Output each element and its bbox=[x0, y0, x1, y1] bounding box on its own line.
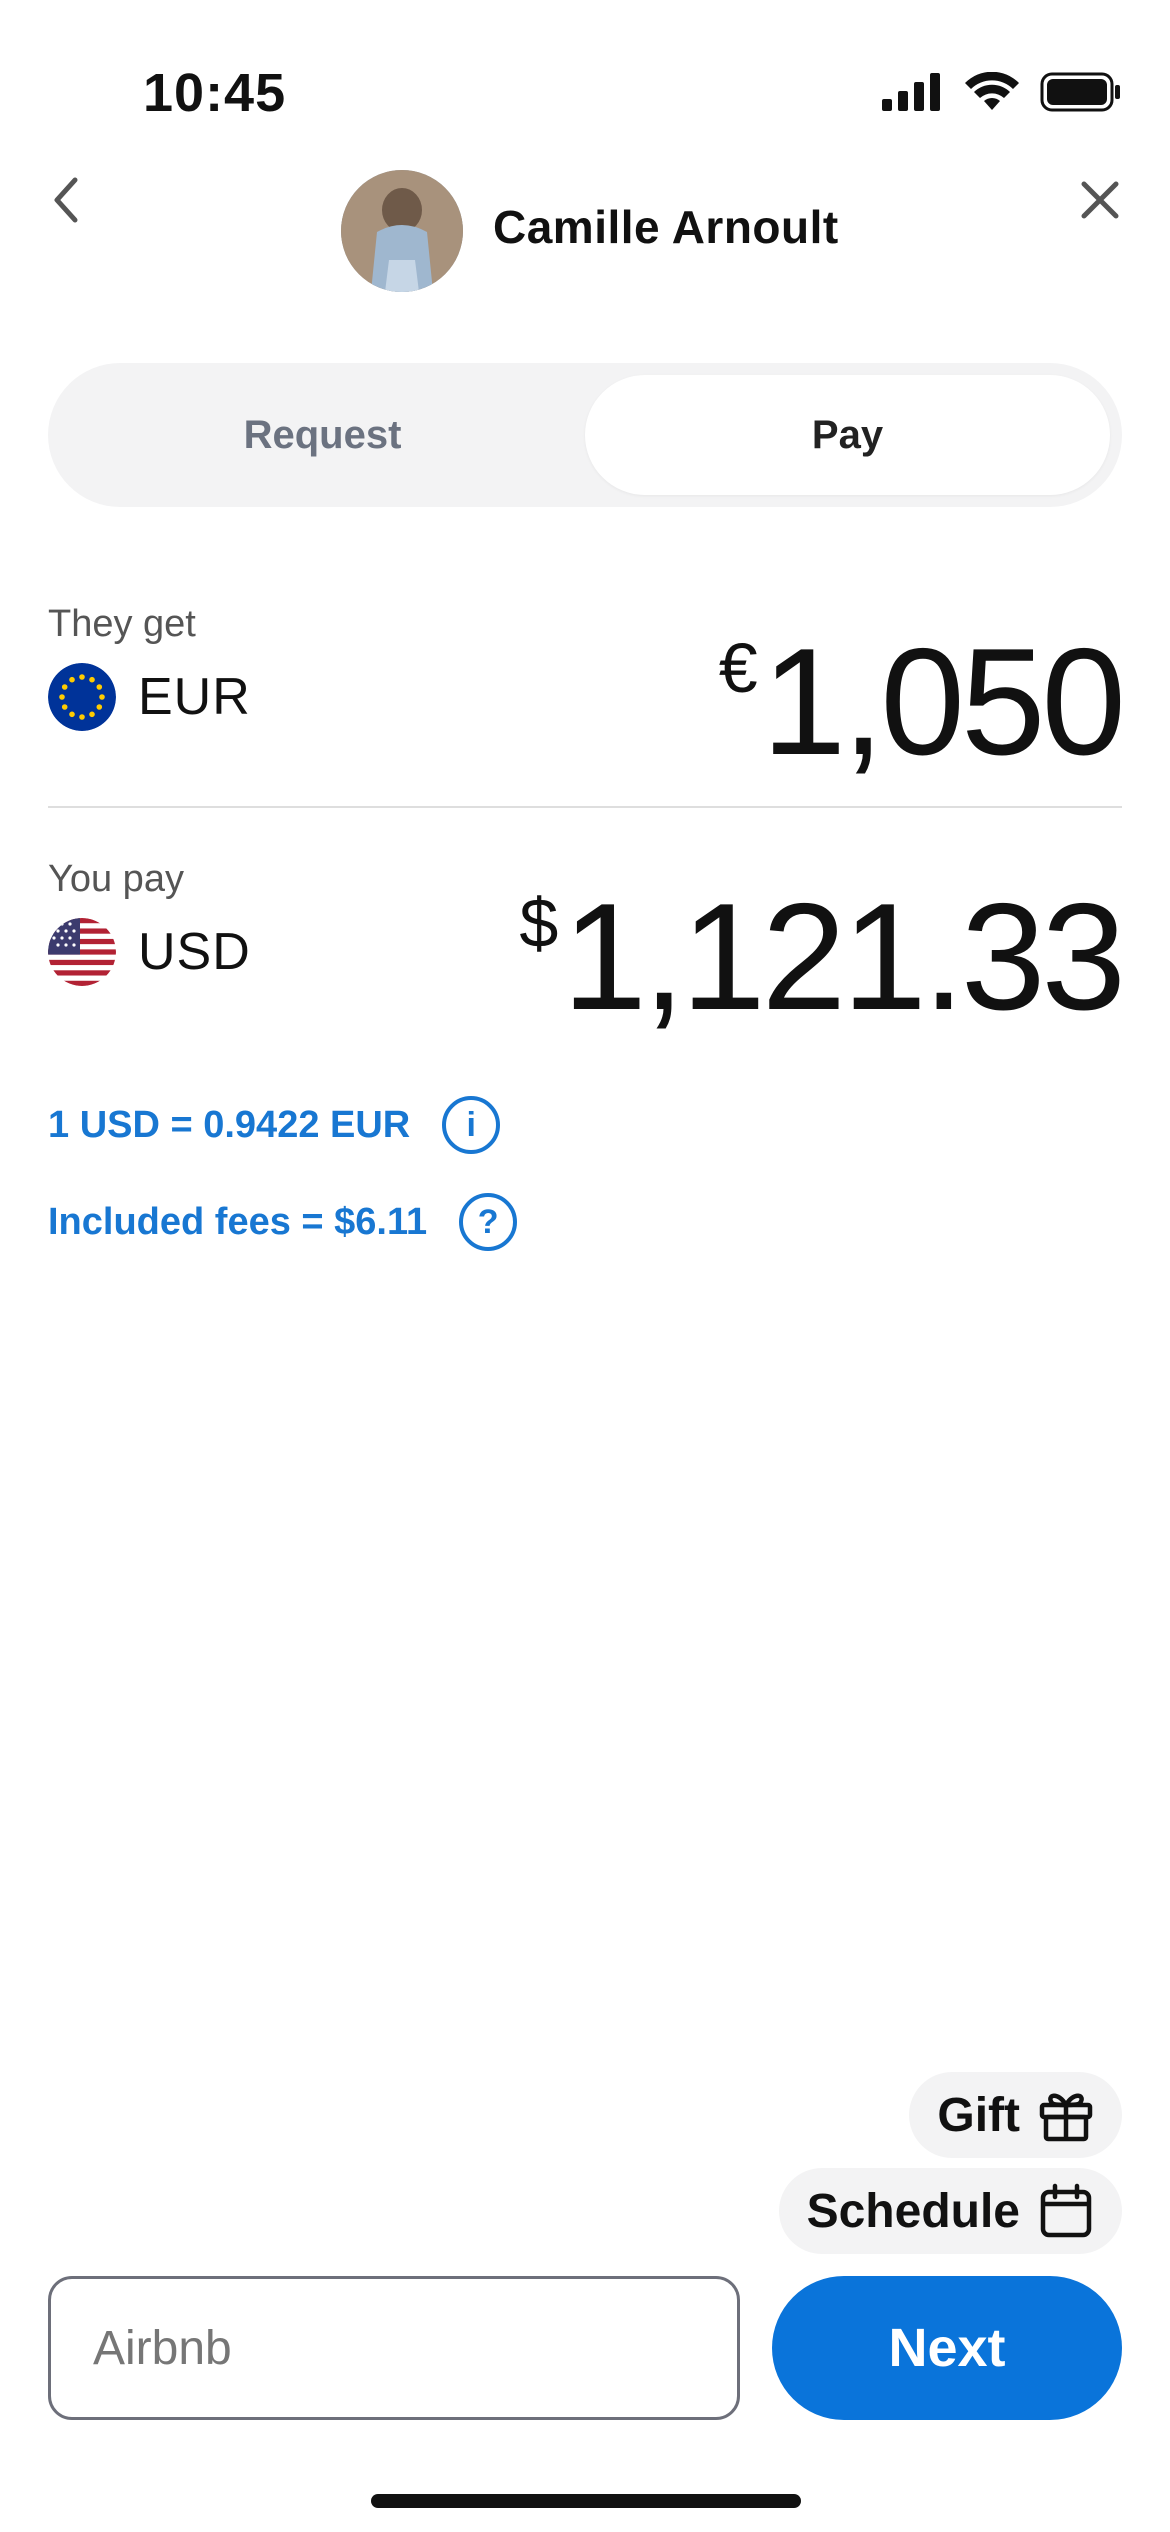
gift-button[interactable]: Gift bbox=[909, 2072, 1122, 2158]
schedule-label: Schedule bbox=[806, 2184, 1020, 2238]
help-icon[interactable]: ? bbox=[459, 1193, 518, 1251]
next-button[interactable]: Next bbox=[772, 2276, 1122, 2420]
close-icon bbox=[1081, 181, 1119, 219]
tab-pay[interactable]: Pay bbox=[585, 375, 1110, 495]
send-currency-code: USD bbox=[138, 923, 251, 981]
send-currency-selector[interactable]: USD bbox=[48, 918, 251, 986]
receive-currency-symbol: € bbox=[718, 629, 758, 707]
divider bbox=[48, 806, 1122, 808]
us-flag-icon bbox=[48, 918, 116, 986]
signal-icon bbox=[882, 73, 940, 111]
included-fees: Included fees = $6.11 ? bbox=[48, 1193, 518, 1251]
info-icon[interactable]: i bbox=[442, 1096, 501, 1154]
home-indicator bbox=[371, 2494, 801, 2508]
receive-currency-code: EUR bbox=[138, 668, 251, 726]
receive-amount[interactable]: €1,050 bbox=[718, 615, 1126, 790]
avatar-photo bbox=[341, 170, 463, 292]
receive-label: They get bbox=[48, 603, 196, 645]
calendar-icon bbox=[1040, 2183, 1092, 2238]
send-currency-symbol: $ bbox=[519, 884, 559, 962]
receive-currency-selector[interactable]: EUR bbox=[48, 663, 251, 731]
eu-flag-icon bbox=[48, 663, 116, 731]
tab-request[interactable]: Request bbox=[60, 375, 585, 495]
close-button[interactable] bbox=[1070, 170, 1130, 230]
included-fees-text: Included fees = $6.11 bbox=[48, 1200, 428, 1243]
send-label: You pay bbox=[48, 858, 184, 900]
exchange-rate: 1 USD = 0.9422 EUR i bbox=[48, 1096, 501, 1154]
schedule-button[interactable]: Schedule bbox=[778, 2168, 1122, 2254]
receive-amount-value: 1,050 bbox=[761, 617, 1126, 787]
contact-avatar bbox=[341, 170, 463, 292]
contact-name: Camille Arnoult bbox=[493, 201, 839, 253]
status-icons bbox=[882, 72, 1122, 112]
chevron-left-icon bbox=[54, 177, 78, 223]
send-amount[interactable]: $1,121.33 bbox=[519, 870, 1126, 1045]
send-amount-value: 1,121.33 bbox=[562, 872, 1126, 1042]
back-button[interactable] bbox=[40, 170, 90, 230]
wifi-icon bbox=[965, 72, 1019, 110]
request-pay-toggle: Request Pay bbox=[48, 363, 1122, 507]
status-time: 10:45 bbox=[143, 63, 287, 123]
battery-icon bbox=[1040, 72, 1120, 112]
exchange-rate-text: 1 USD = 0.9422 EUR bbox=[48, 1103, 411, 1146]
gift-icon bbox=[1039, 2093, 1093, 2142]
memo-input[interactable] bbox=[48, 2276, 740, 2420]
gift-label: Gift bbox=[937, 2088, 1020, 2142]
